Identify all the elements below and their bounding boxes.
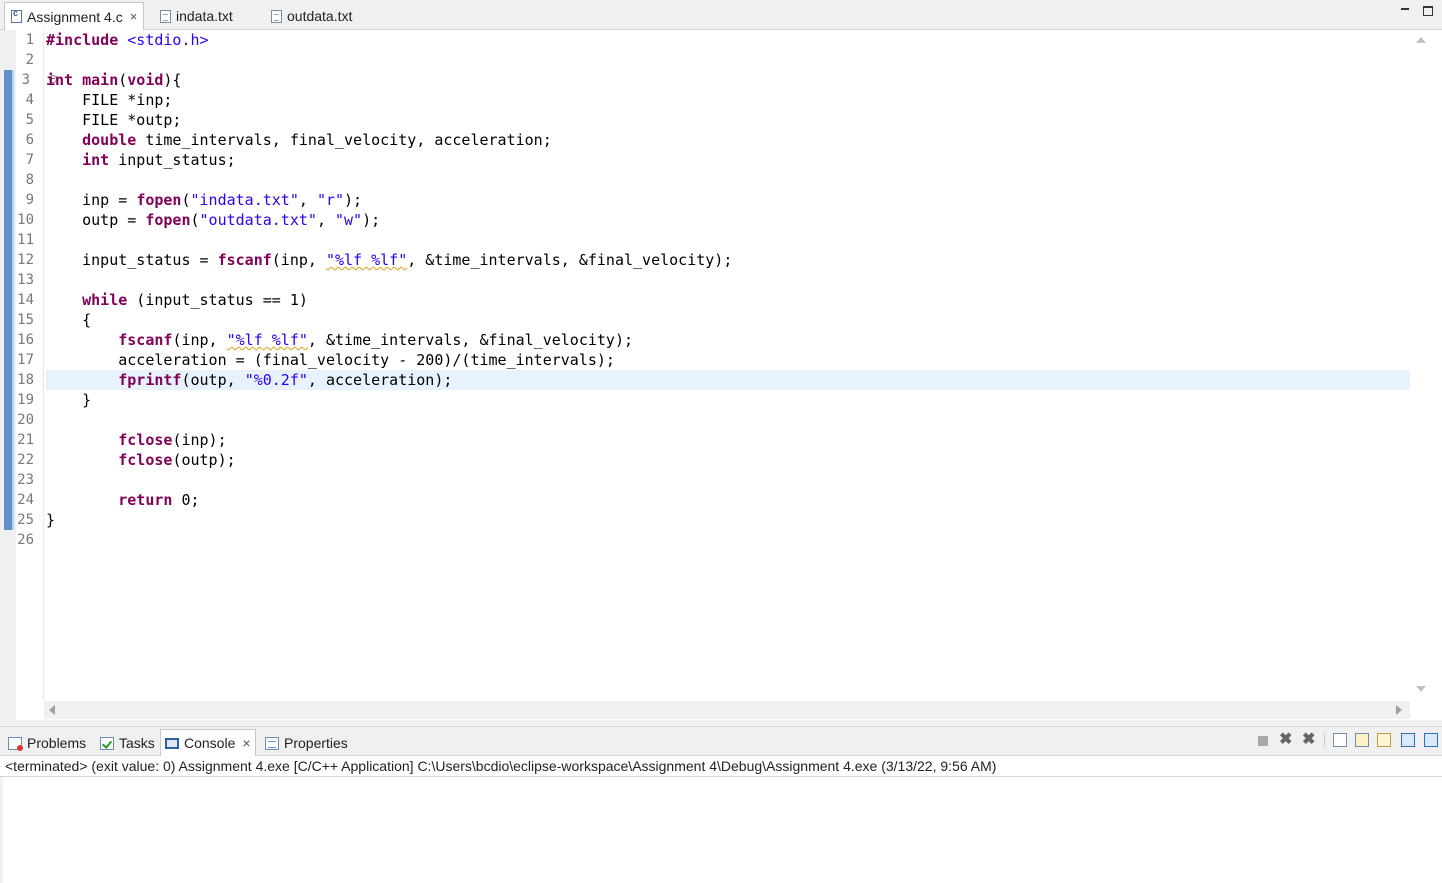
line-number: 23	[17, 472, 34, 488]
tab-tasks[interactable]: Tasks	[96, 731, 159, 755]
bottom-panel-tab-bar: Problems Tasks Console × Properties	[0, 726, 1442, 756]
scroll-lock-icon[interactable]	[1355, 733, 1369, 747]
code-line: FILE *inp;	[46, 91, 173, 109]
line-number: 2	[25, 52, 34, 68]
line-number: 10	[17, 212, 34, 228]
code-line: }	[46, 511, 56, 529]
word-wrap-icon[interactable]	[1377, 733, 1391, 747]
console-status-line: <terminated> (exit value: 0) Assignment …	[0, 756, 1442, 777]
tab-label: Assignment 4.c	[27, 8, 123, 25]
tab-label: indata.txt	[176, 8, 233, 24]
line-number: 14	[17, 292, 34, 308]
tab-label: Console	[184, 735, 236, 751]
code-line: inp = fopen("indata.txt", "r");	[46, 191, 363, 209]
vertical-scrollbar[interactable]	[1410, 30, 1432, 700]
line-number: 19	[17, 392, 34, 408]
remove-all-terminated-icon[interactable]: ✖	[1302, 732, 1316, 748]
line-number: 25	[17, 512, 34, 528]
line-number: 16	[17, 332, 34, 348]
line-number: 1	[25, 32, 34, 48]
code-line: }	[46, 391, 92, 409]
line-number: 6	[25, 132, 34, 148]
code-line: FILE *outp;	[46, 111, 182, 129]
tab-label: Problems	[27, 735, 87, 751]
tab-indata-txt[interactable]: indata.txt	[154, 3, 239, 29]
code-editor[interactable]: 1 2 3 4 5 6 7 8 9 10 11 12 13 14 15 16 1…	[0, 30, 1442, 720]
line-number: 18	[17, 372, 34, 388]
close-icon[interactable]: ×	[130, 9, 138, 24]
text-file-icon	[271, 9, 282, 23]
console-output[interactable]	[0, 777, 1442, 883]
tab-problems[interactable]: Problems	[4, 731, 90, 755]
line-number: 24	[17, 492, 34, 508]
code-line: int main(void){	[46, 71, 182, 89]
maximize-icon[interactable]	[1423, 6, 1433, 16]
line-number: 21	[17, 432, 34, 448]
horizontal-scrollbar[interactable]	[44, 701, 1410, 719]
tasks-icon	[100, 736, 114, 750]
toolbar-separator	[1324, 733, 1325, 747]
editor-tab-bar: Assignment 4.c × indata.txt outdata.txt	[0, 0, 1442, 30]
line-number: 17	[17, 352, 34, 368]
code-line: while (input_status == 1)	[82, 291, 308, 309]
tab-properties[interactable]: Properties	[261, 731, 352, 755]
line-number: 3	[21, 72, 30, 88]
code-text-area[interactable]: #include <stdio.h> int main(void){ FILE …	[46, 30, 1410, 700]
line-number: 7	[25, 152, 34, 168]
line-number: 5	[25, 112, 34, 128]
code-line: fscanf(inp, "%lf %lf", &time_intervals, …	[118, 331, 634, 349]
code-line: int input_status;	[82, 151, 236, 169]
properties-icon	[265, 736, 279, 750]
line-number: 9	[25, 192, 34, 208]
tab-label: outdata.txt	[287, 8, 353, 24]
line-number: 13	[17, 272, 34, 288]
line-number-gutter: 1 2 3 4 5 6 7 8 9 10 11 12 13 14 15 16 1…	[16, 30, 57, 700]
tab-label: Tasks	[119, 735, 155, 751]
scroll-right-icon[interactable]	[1396, 705, 1402, 715]
code-line: {	[46, 311, 92, 329]
line-number: 26	[17, 532, 34, 548]
tab-assignment-4-c[interactable]: Assignment 4.c ×	[4, 2, 145, 30]
code-line: double time_intervals, final_velocity, a…	[82, 131, 552, 149]
scroll-up-icon[interactable]	[1416, 37, 1426, 43]
code-line: outp = fopen("outdata.txt", "w");	[46, 211, 381, 229]
line-number: 4	[25, 92, 34, 108]
open-console-icon[interactable]	[1424, 733, 1438, 747]
tab-console[interactable]: Console ×	[160, 729, 256, 756]
tab-outdata-txt[interactable]: outdata.txt	[265, 3, 358, 29]
line-number: 15	[17, 312, 34, 328]
c-file-icon	[11, 8, 22, 23]
line-number: 8	[25, 172, 34, 188]
problems-icon	[8, 736, 23, 751]
current-code-line: fprintf(outp, "%0.2f", acceleration);	[46, 370, 1410, 390]
line-number: 22	[17, 452, 34, 468]
line-number: 20	[17, 412, 34, 428]
line-number: 11	[17, 232, 34, 248]
code-line: input_status = fscanf(inp, "%lf %lf", &t…	[46, 251, 733, 269]
code-line: fclose(outp);	[118, 451, 236, 469]
text-file-icon	[160, 9, 171, 23]
line-number: 12	[17, 252, 34, 268]
tab-label: Properties	[284, 735, 348, 751]
minimize-icon[interactable]	[1400, 4, 1412, 14]
close-icon[interactable]: ×	[242, 735, 250, 751]
remove-launch-icon[interactable]: ✖	[1279, 732, 1293, 748]
code-line: return 0;	[118, 491, 200, 509]
terminate-icon[interactable]	[1258, 736, 1268, 746]
code-line: acceleration = (final_velocity - 200)/(t…	[46, 351, 615, 369]
scroll-down-icon[interactable]	[1416, 686, 1426, 692]
code-line: fclose(inp);	[118, 431, 227, 449]
scroll-left-icon[interactable]	[49, 705, 55, 715]
code-line: #include <stdio.h>	[46, 31, 209, 49]
clear-console-icon[interactable]	[1333, 733, 1347, 747]
console-icon	[165, 737, 179, 749]
display-selected-console-icon[interactable]	[1401, 733, 1415, 747]
